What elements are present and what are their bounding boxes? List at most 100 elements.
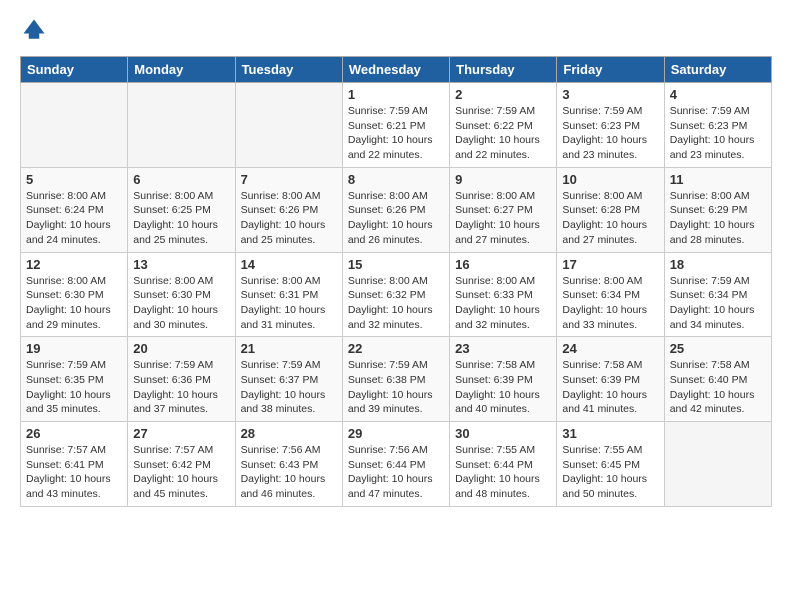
calendar-week-row: 1Sunrise: 7:59 AM Sunset: 6:21 PM Daylig…: [21, 83, 772, 168]
calendar-cell: 29 Sunrise: 7:56 AM Sunset: 6:44 PM Dayli…: [342, 422, 449, 507]
day-info: Sunrise: 8:00 AM Sunset: 6:31 PM Dayligh…: [241, 274, 337, 333]
day-number: 21: [241, 341, 337, 356]
day-number: 20: [133, 341, 229, 356]
day-number: 28: [241, 426, 337, 441]
column-header-monday: Monday: [128, 57, 235, 83]
day-number: 12: [26, 257, 122, 272]
calendar-cell: 25Sunrise: 7:58 AM Sunset: 6:40 PM Dayli…: [664, 337, 771, 422]
day-number: 5: [26, 172, 122, 187]
calendar-cell: 20 Sunrise: 7:59 AM Sunset: 6:36 PM Dayli…: [128, 337, 235, 422]
calendar-cell: 3 Sunrise: 7:59 AM Sunset: 6:23 PM Daylig…: [557, 83, 664, 168]
calendar-cell: 31 Sunrise: 7:55 AM Sunset: 6:45 PM Dayli…: [557, 422, 664, 507]
page: SundayMondayTuesdayWednesdayThursdayFrid…: [0, 0, 792, 612]
day-number: 17: [562, 257, 658, 272]
calendar-cell: 8 Sunrise: 8:00 AM Sunset: 6:26 PM Daylig…: [342, 167, 449, 252]
calendar-cell: 11 Sunrise: 8:00 AM Sunset: 6:29 PM Dayli…: [664, 167, 771, 252]
calendar-cell: 1Sunrise: 7:59 AM Sunset: 6:21 PM Daylig…: [342, 83, 449, 168]
calendar-cell: 10 Sunrise: 8:00 AM Sunset: 6:28 PM Dayli…: [557, 167, 664, 252]
day-info: Sunrise: 8:00 AM Sunset: 6:30 PM Dayligh…: [26, 274, 122, 333]
day-info: Sunrise: 7:59 AM Sunset: 6:22 PM Dayligh…: [455, 104, 551, 163]
calendar-cell: [664, 422, 771, 507]
day-number: 26: [26, 426, 122, 441]
logo: [20, 16, 52, 44]
day-number: 23: [455, 341, 551, 356]
day-number: 22: [348, 341, 444, 356]
calendar-cell: [235, 83, 342, 168]
calendar-cell: 19 Sunrise: 7:59 AM Sunset: 6:35 PM Dayli…: [21, 337, 128, 422]
day-info: Sunrise: 7:59 AM Sunset: 6:35 PM Dayligh…: [26, 358, 122, 417]
calendar-table: SundayMondayTuesdayWednesdayThursdayFrid…: [20, 56, 772, 507]
day-info: Sunrise: 8:00 AM Sunset: 6:25 PM Dayligh…: [133, 189, 229, 248]
calendar-week-row: 12 Sunrise: 8:00 AM Sunset: 6:30 PM Dayli…: [21, 252, 772, 337]
day-info: Sunrise: 7:56 AM Sunset: 6:43 PM Dayligh…: [241, 443, 337, 502]
day-info: Sunrise: 7:59 AM Sunset: 6:36 PM Dayligh…: [133, 358, 229, 417]
day-info: Sunrise: 7:59 AM Sunset: 6:34 PM Dayligh…: [670, 274, 766, 333]
header: [20, 16, 772, 44]
column-header-sunday: Sunday: [21, 57, 128, 83]
day-info: Sunrise: 7:59 AM Sunset: 6:37 PM Dayligh…: [241, 358, 337, 417]
day-number: 18: [670, 257, 766, 272]
column-header-thursday: Thursday: [450, 57, 557, 83]
day-number: 15: [348, 257, 444, 272]
day-number: 8: [348, 172, 444, 187]
calendar-cell: 2 Sunrise: 7:59 AM Sunset: 6:22 PM Daylig…: [450, 83, 557, 168]
calendar-cell: 9 Sunrise: 8:00 AM Sunset: 6:27 PM Daylig…: [450, 167, 557, 252]
day-number: 3: [562, 87, 658, 102]
calendar-cell: 15 Sunrise: 8:00 AM Sunset: 6:32 PM Dayli…: [342, 252, 449, 337]
day-info: Sunrise: 8:00 AM Sunset: 6:26 PM Dayligh…: [241, 189, 337, 248]
calendar-week-row: 26 Sunrise: 7:57 AM Sunset: 6:41 PM Dayli…: [21, 422, 772, 507]
day-number: 4: [670, 87, 766, 102]
day-info: Sunrise: 7:59 AM Sunset: 6:23 PM Dayligh…: [562, 104, 658, 163]
day-number: 25: [670, 341, 766, 356]
day-info: Sunrise: 8:00 AM Sunset: 6:26 PM Dayligh…: [348, 189, 444, 248]
day-info: Sunrise: 7:58 AM Sunset: 6:39 PM Dayligh…: [455, 358, 551, 417]
day-number: 10: [562, 172, 658, 187]
day-number: 27: [133, 426, 229, 441]
calendar-cell: 13Sunrise: 8:00 AM Sunset: 6:30 PM Dayli…: [128, 252, 235, 337]
day-number: 7: [241, 172, 337, 187]
calendar-cell: 28 Sunrise: 7:56 AM Sunset: 6:43 PM Dayli…: [235, 422, 342, 507]
column-header-wednesday: Wednesday: [342, 57, 449, 83]
day-number: 30: [455, 426, 551, 441]
calendar-cell: 14 Sunrise: 8:00 AM Sunset: 6:31 PM Dayli…: [235, 252, 342, 337]
column-header-friday: Friday: [557, 57, 664, 83]
calendar-cell: 24 Sunrise: 7:58 AM Sunset: 6:39 PM Dayli…: [557, 337, 664, 422]
calendar-cell: [21, 83, 128, 168]
day-info: Sunrise: 8:00 AM Sunset: 6:29 PM Dayligh…: [670, 189, 766, 248]
day-info: Sunrise: 8:00 AM Sunset: 6:28 PM Dayligh…: [562, 189, 658, 248]
calendar-cell: 16Sunrise: 8:00 AM Sunset: 6:33 PM Dayli…: [450, 252, 557, 337]
day-info: Sunrise: 7:58 AM Sunset: 6:39 PM Dayligh…: [562, 358, 658, 417]
day-number: 2: [455, 87, 551, 102]
day-info: Sunrise: 7:59 AM Sunset: 6:21 PM Dayligh…: [348, 104, 444, 163]
calendar-cell: [128, 83, 235, 168]
day-number: 13: [133, 257, 229, 272]
day-number: 11: [670, 172, 766, 187]
day-number: 14: [241, 257, 337, 272]
column-header-saturday: Saturday: [664, 57, 771, 83]
day-info: Sunrise: 7:55 AM Sunset: 6:45 PM Dayligh…: [562, 443, 658, 502]
calendar-body: 1Sunrise: 7:59 AM Sunset: 6:21 PM Daylig…: [21, 83, 772, 507]
day-info: Sunrise: 8:00 AM Sunset: 6:24 PM Dayligh…: [26, 189, 122, 248]
day-number: 9: [455, 172, 551, 187]
calendar-cell: 7 Sunrise: 8:00 AM Sunset: 6:26 PM Daylig…: [235, 167, 342, 252]
day-number: 19: [26, 341, 122, 356]
day-number: 29: [348, 426, 444, 441]
logo-icon: [20, 16, 48, 44]
day-info: Sunrise: 8:00 AM Sunset: 6:27 PM Dayligh…: [455, 189, 551, 248]
day-info: Sunrise: 7:57 AM Sunset: 6:42 PM Dayligh…: [133, 443, 229, 502]
day-info: Sunrise: 8:00 AM Sunset: 6:32 PM Dayligh…: [348, 274, 444, 333]
calendar-cell: 6Sunrise: 8:00 AM Sunset: 6:25 PM Daylig…: [128, 167, 235, 252]
calendar-cell: 26 Sunrise: 7:57 AM Sunset: 6:41 PM Dayli…: [21, 422, 128, 507]
calendar-cell: 4 Sunrise: 7:59 AM Sunset: 6:23 PM Daylig…: [664, 83, 771, 168]
day-number: 24: [562, 341, 658, 356]
day-number: 31: [562, 426, 658, 441]
calendar-cell: 22 Sunrise: 7:59 AM Sunset: 6:38 PM Dayli…: [342, 337, 449, 422]
calendar-cell: 21 Sunrise: 7:59 AM Sunset: 6:37 PM Dayli…: [235, 337, 342, 422]
calendar-cell: 12 Sunrise: 8:00 AM Sunset: 6:30 PM Dayli…: [21, 252, 128, 337]
day-info: Sunrise: 7:59 AM Sunset: 6:38 PM Dayligh…: [348, 358, 444, 417]
day-info: Sunrise: 7:56 AM Sunset: 6:44 PM Dayligh…: [348, 443, 444, 502]
day-info: Sunrise: 7:59 AM Sunset: 6:23 PM Dayligh…: [670, 104, 766, 163]
column-header-tuesday: Tuesday: [235, 57, 342, 83]
day-info: Sunrise: 7:57 AM Sunset: 6:41 PM Dayligh…: [26, 443, 122, 502]
calendar-week-row: 19 Sunrise: 7:59 AM Sunset: 6:35 PM Dayli…: [21, 337, 772, 422]
